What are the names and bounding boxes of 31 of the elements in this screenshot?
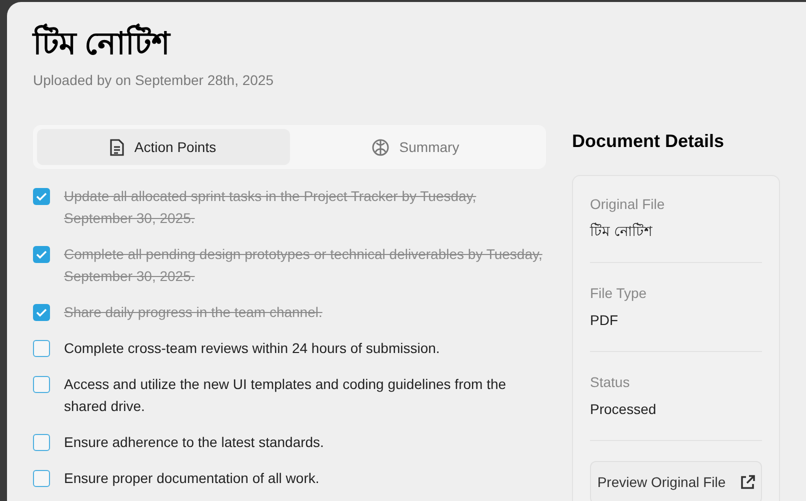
field-value: Processed: [590, 400, 658, 419]
tab[interactable]: Summary: [290, 129, 542, 165]
field-value: PDF: [590, 311, 619, 330]
dialog-title: টিম নোটিশ: [33, 24, 780, 64]
checkbox[interactable]: [33, 340, 50, 357]
field-label: File Type: [590, 284, 648, 303]
action-point-text: Complete all pending design prototypes or technical deliverables by Tuesday, September 30, 2025.: [64, 245, 544, 286]
checkbox[interactable]: [33, 188, 50, 205]
checkbox[interactable]: [33, 434, 50, 451]
document-icon: [110, 138, 124, 156]
action-point-text: Access and utilize the new UI templates and coding guidelines from the shared drive.: [64, 375, 508, 416]
checkmark-icon: [36, 308, 47, 317]
field-label: Status: [590, 373, 631, 392]
action-point-text: Share daily progress in the team channel.: [64, 303, 322, 322]
checkbox[interactable]: [33, 470, 50, 487]
external-link-icon: [740, 475, 755, 490]
field-value: টিম নোটিশ: [590, 222, 654, 241]
checkbox[interactable]: [33, 376, 50, 393]
action-point-text: Ensure adherence to the latest standards.: [64, 433, 324, 452]
action-point-text: Complete cross-team reviews within 24 hours of submission.: [64, 339, 440, 358]
field-label: Original File: [590, 195, 666, 214]
upload-info: Uploaded by on September 28th, 2025: [33, 71, 275, 90]
checkbox[interactable]: [33, 304, 50, 321]
checkbox[interactable]: [33, 246, 50, 263]
preview-button[interactable]: Preview Original File: [590, 461, 762, 501]
checkmark-icon: [36, 192, 47, 201]
action-point-text: Ensure proper documentation of all work.: [64, 469, 320, 488]
checkmark-icon: [36, 250, 47, 259]
action-point-text: Update all allocated sprint tasks in the Project Tracker by Tuesday, September 30, 2025.: [64, 187, 478, 228]
tab[interactable]: Action Points: [37, 129, 290, 165]
section-heading: Document Details: [572, 130, 726, 153]
